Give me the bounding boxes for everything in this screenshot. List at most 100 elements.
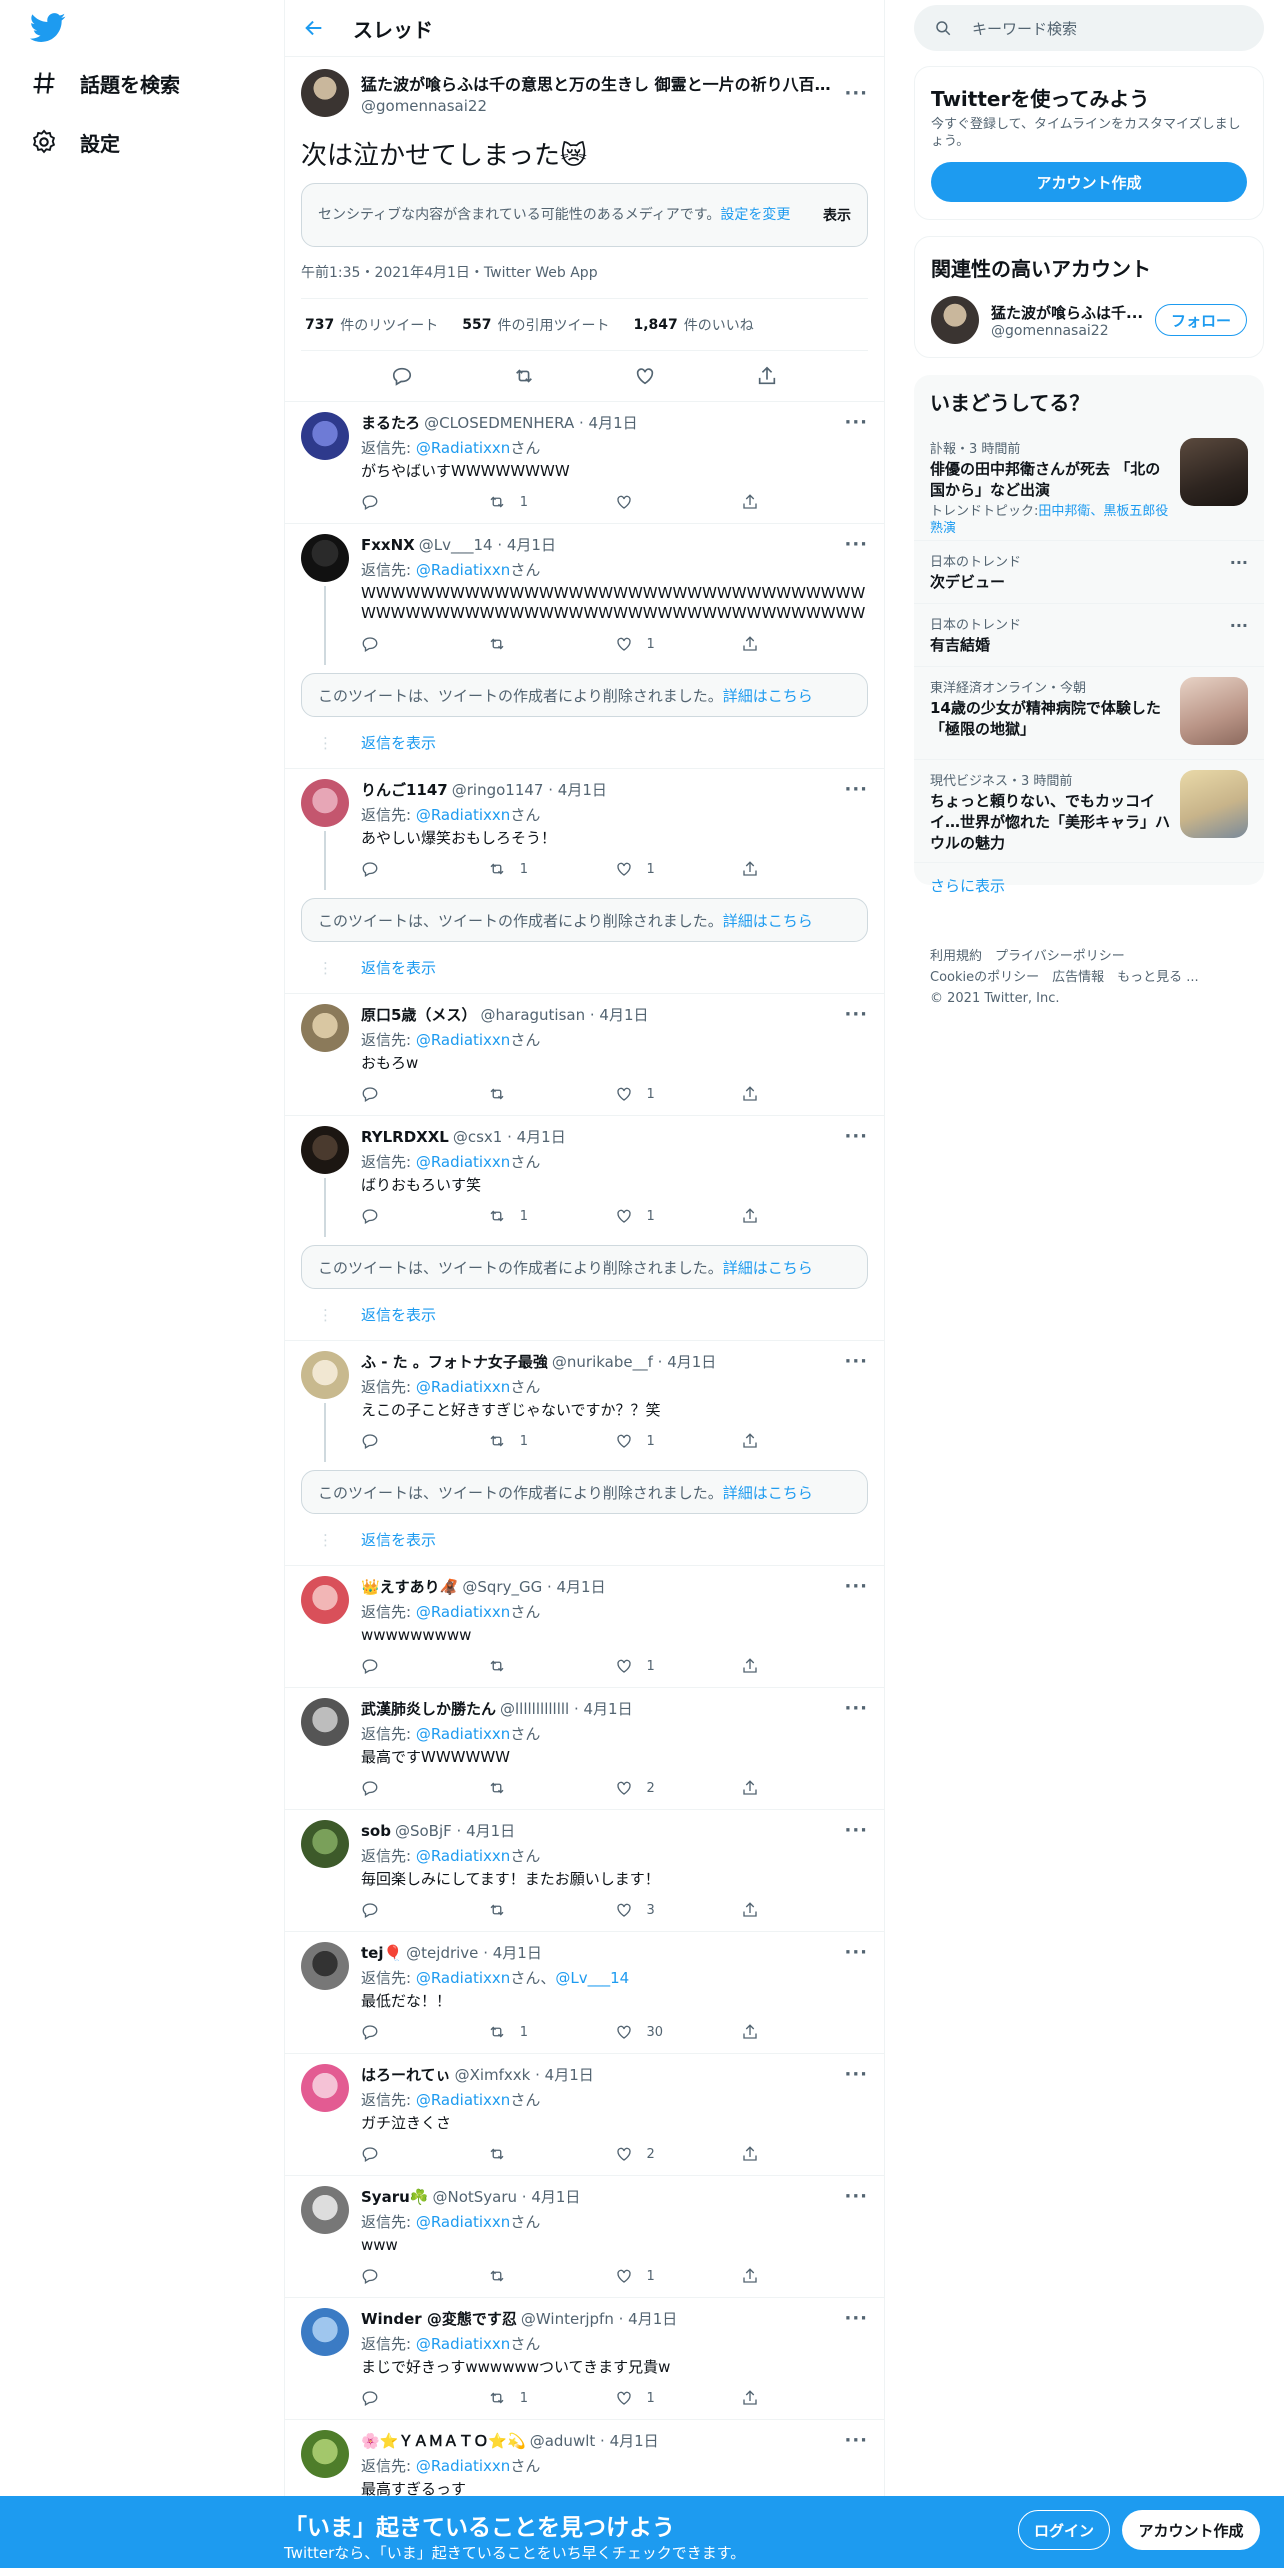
- reply-button[interactable]: [361, 1085, 488, 1103]
- reply-author-name[interactable]: 🌸⭐ＹＡＭＡＴＯ⭐💫: [361, 2430, 526, 2451]
- learn-more-link[interactable]: 詳細はこちら: [723, 1257, 813, 1278]
- reply-author-name[interactable]: 👑えすあり🦧: [361, 1576, 458, 1597]
- quote-count[interactable]: 557: [462, 317, 491, 333]
- more-icon[interactable]: ···: [844, 779, 868, 800]
- twitter-logo-icon[interactable]: [30, 12, 66, 44]
- show-replies-link[interactable]: ⋮ 返信を表示: [285, 1514, 884, 1566]
- reply-to-handle[interactable]: @Radiatixxn: [416, 561, 510, 579]
- avatar[interactable]: [301, 1942, 349, 1990]
- reply-tweet[interactable]: sob @SoBjF · 4月1日 ··· 返信先: @Radiatixxnさん 毎回楽…: [285, 1810, 884, 1931]
- reply-date[interactable]: 4月1日: [628, 2308, 677, 2329]
- reply-button[interactable]: [361, 1657, 488, 1675]
- reply-author-handle[interactable]: @nurikabe__f: [552, 1353, 653, 1371]
- avatar[interactable]: [301, 779, 349, 827]
- avatar[interactable]: [301, 1576, 349, 1624]
- reply-date[interactable]: 4月1日: [667, 1351, 716, 1372]
- share-button[interactable]: [741, 1657, 868, 1675]
- more-icon[interactable]: ···: [1230, 616, 1248, 635]
- show-replies-link[interactable]: ⋮ 返信を表示: [285, 942, 884, 994]
- change-settings-link[interactable]: 設定を変更: [720, 207, 790, 223]
- reply-author-handle[interactable]: @SoBjF: [395, 1822, 452, 1840]
- retweet-button[interactable]: 1: [488, 1207, 615, 1225]
- reply-author-handle[interactable]: @Winterjpfn: [521, 2310, 614, 2328]
- reply-author-name[interactable]: 武漢肺炎しか勝たん: [361, 1698, 496, 1719]
- retweet-button[interactable]: [488, 1901, 615, 1919]
- more-icon[interactable]: ···: [844, 1351, 868, 1372]
- retweet-button[interactable]: [488, 1779, 615, 1797]
- reply-author-handle[interactable]: @ringo1147: [452, 781, 544, 799]
- reply-author-handle[interactable]: @NotSyaru: [432, 2188, 517, 2206]
- reply-button[interactable]: [361, 1901, 488, 1919]
- avatar[interactable]: [301, 412, 349, 460]
- reply-tweet[interactable]: Syaru☘️ @NotSyaru · 4月1日 ··· 返信先: @Radiatix…: [285, 2176, 884, 2297]
- reply-date[interactable]: 4月1日: [493, 1942, 542, 1963]
- reply-date[interactable]: 4月1日: [584, 1698, 633, 1719]
- nav-explore[interactable]: 話題を検索: [30, 58, 180, 108]
- more-icon[interactable]: ···: [844, 1698, 868, 1719]
- more-icon[interactable]: ···: [1230, 553, 1248, 572]
- more-icon[interactable]: ···: [844, 83, 868, 104]
- reply-button[interactable]: [361, 1779, 488, 1797]
- reply-to-handle[interactable]: @Radiatixxn: [416, 2091, 510, 2109]
- reply-to-handle[interactable]: @Radiatixxn: [416, 1603, 510, 1621]
- reply-author-name[interactable]: まるたろ: [361, 412, 420, 433]
- like-button[interactable]: 1: [615, 2389, 742, 2407]
- reply-button[interactable]: [361, 493, 488, 511]
- trend-item[interactable]: 現代ビジネス・3 時間前 ちょっと頼りない、でもカッコイイ…世界が惚れた「美形キ…: [914, 760, 1264, 863]
- follow-button[interactable]: フォロー: [1155, 304, 1247, 336]
- trend-item[interactable]: 日本のトレンド 次デビュー ···: [914, 541, 1264, 604]
- reply-button[interactable]: [361, 1432, 488, 1450]
- reply-to-handle[interactable]: @Radiatixxn: [416, 2213, 510, 2231]
- footer-line-2[interactable]: Cookieのポリシー 広告情報 もっと見る ...: [930, 967, 1260, 988]
- like-button[interactable]: [615, 493, 742, 511]
- reply-tweet[interactable]: はろーれてぃ @Ximfxxk · 4月1日 ··· 返信先: @Radiatixxn…: [285, 2054, 884, 2175]
- reply-date[interactable]: 4月1日: [545, 2064, 594, 2085]
- reply-button[interactable]: [361, 2145, 488, 2163]
- reply-author-handle[interactable]: @lllllllllllll: [500, 1700, 569, 1718]
- share-button[interactable]: [741, 1901, 868, 1919]
- like-label[interactable]: 件のいいね: [684, 315, 754, 335]
- like-icon[interactable]: [634, 365, 656, 387]
- reply-button[interactable]: [361, 2267, 488, 2285]
- avatar[interactable]: [301, 1698, 349, 1746]
- more-icon[interactable]: ···: [844, 1576, 868, 1597]
- reply-to-handle[interactable]: @Radiatixxn: [416, 439, 510, 457]
- like-button[interactable]: 3: [615, 1901, 742, 1919]
- reply-button[interactable]: [361, 1207, 488, 1225]
- reply-author-handle[interactable]: @Ximfxxk: [455, 2066, 531, 2084]
- footer-line-1[interactable]: 利用規約 プライバシーポリシー: [930, 946, 1260, 967]
- more-icon[interactable]: ···: [844, 1004, 868, 1025]
- retweet-count[interactable]: 737: [305, 317, 334, 333]
- more-icon[interactable]: ···: [844, 2430, 868, 2451]
- more-icon[interactable]: ···: [844, 412, 868, 433]
- nav-settings[interactable]: 設定: [30, 117, 120, 167]
- like-count[interactable]: 1,847: [633, 317, 677, 333]
- reply-to-handle[interactable]: @Radiatixxn: [416, 1031, 510, 1049]
- back-arrow-icon[interactable]: [303, 17, 325, 39]
- reply-date[interactable]: 4月1日: [589, 412, 638, 433]
- reply-tweet[interactable]: ふ - た 。フォトナ女子最強 @nurikabe__f · 4月1日 ··· 返信先…: [285, 1341, 884, 1462]
- retweet-button[interactable]: 1: [488, 860, 615, 878]
- retweet-label[interactable]: 件のリツイート: [340, 315, 438, 335]
- avatar[interactable]: [301, 2308, 349, 2356]
- reply-author-handle[interactable]: @haragutisan: [480, 1006, 585, 1024]
- share-button[interactable]: [741, 2023, 868, 2041]
- share-button[interactable]: [741, 1432, 868, 1450]
- share-button[interactable]: [741, 860, 868, 878]
- banner-signup-button[interactable]: アカウント作成: [1122, 2510, 1260, 2550]
- like-button[interactable]: 1: [615, 1085, 742, 1103]
- create-account-button[interactable]: アカウント作成: [931, 162, 1247, 202]
- reply-tweet[interactable]: 👑えすあり🦧 @Sqry_GG · 4月1日 ··· 返信先: @Radiatixxn…: [285, 1566, 884, 1687]
- related-name[interactable]: 猛た波が喰らふは千...: [991, 302, 1155, 323]
- login-button[interactable]: ログイン: [1018, 2510, 1110, 2550]
- retweet-button[interactable]: [488, 2267, 615, 2285]
- reply-author-handle[interactable]: @csx1: [453, 1128, 502, 1146]
- reply-tweet[interactable]: FxxNX @Lv___14 · 4月1日 ··· 返信先: @Radiatixxnさ…: [285, 524, 884, 665]
- more-icon[interactable]: ···: [844, 534, 868, 555]
- like-button[interactable]: 2: [615, 1779, 742, 1797]
- share-button[interactable]: [741, 2267, 868, 2285]
- trend-item[interactable]: 訃報・3 時間前 俳優の田中邦衛さんが死去 「北の国から」など出演 トレンドトピ…: [914, 428, 1264, 541]
- like-button[interactable]: 1: [615, 1207, 742, 1225]
- share-button[interactable]: [741, 1207, 868, 1225]
- trend-item[interactable]: 東洋経済オンライン・今朝 14歳の少女が精神病院で体験した「極限の地獄」: [914, 667, 1264, 760]
